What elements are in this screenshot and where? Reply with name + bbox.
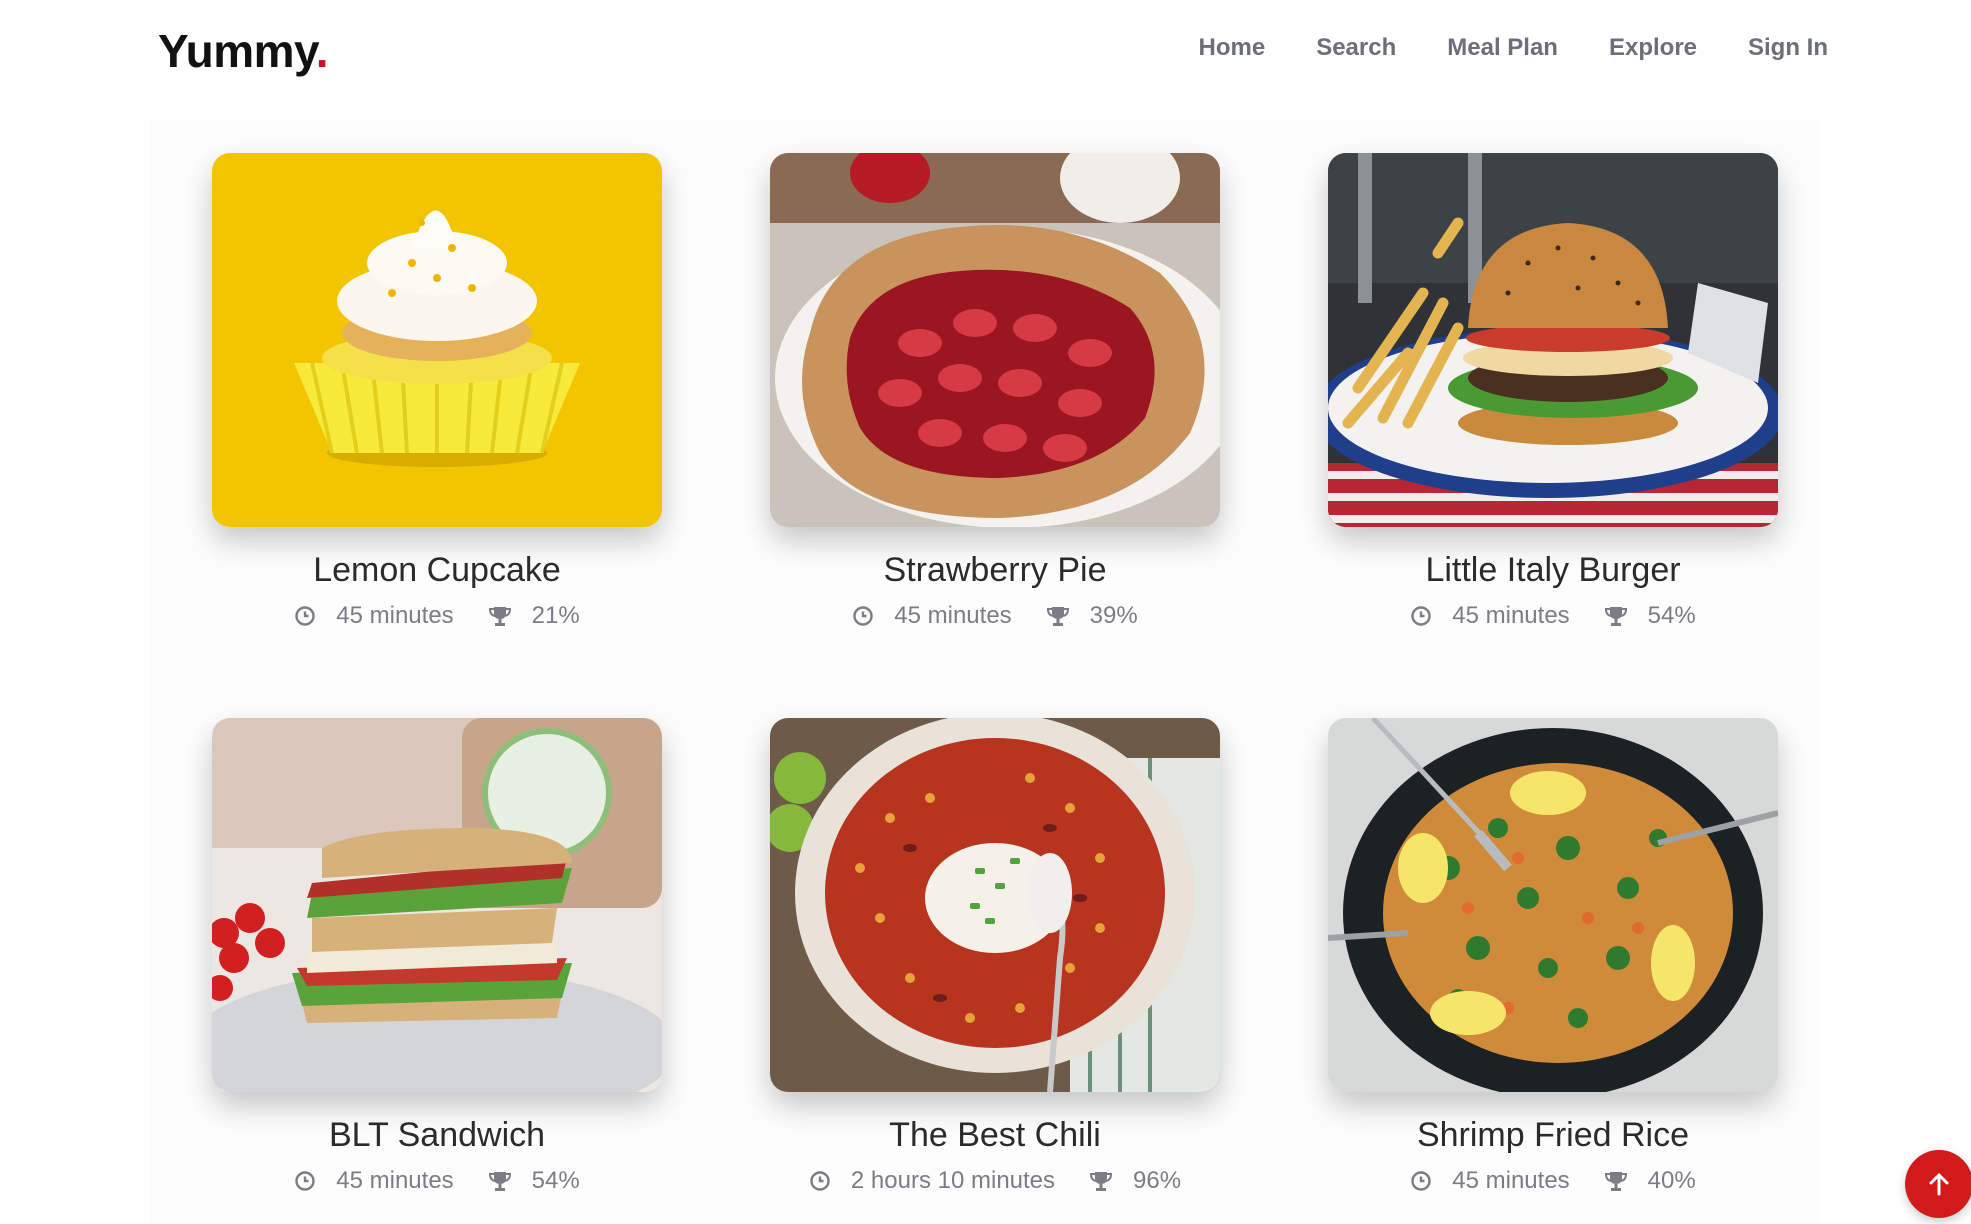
main-nav: Home Search Meal Plan Explore Sign In (1199, 34, 1829, 62)
recipe-meta: 2 hours 10 minutes 96% (770, 1167, 1220, 1195)
strawberry-pie-photo[interactable] (770, 153, 1220, 527)
recipe-rating-label: 96% (1133, 1167, 1182, 1194)
recipe-title[interactable]: BLT Sandwich (212, 1116, 662, 1155)
trophy-icon (1604, 607, 1627, 626)
recipe-card-lemon-cupcake[interactable]: Lemon Cupcake 45 minutes 21% (212, 153, 662, 630)
recipe-rating: 96% (1089, 1167, 1181, 1195)
clock-icon (1411, 606, 1431, 626)
arrow-up-icon (1929, 1173, 1949, 1196)
recipe-rating-label: 40% (1647, 1167, 1696, 1194)
lemon-cupcake-photo[interactable] (212, 153, 662, 527)
recipe-meta: 45 minutes 40% (1328, 1167, 1778, 1195)
recipe-rating-label: 21% (531, 602, 580, 629)
recipe-meta: 45 minutes 39% (770, 602, 1220, 630)
nav-link-search[interactable]: Search (1316, 34, 1396, 62)
scroll-to-top-button[interactable] (1905, 1150, 1971, 1218)
brand-dot: . (315, 25, 329, 77)
recipe-meta: 45 minutes 54% (1328, 602, 1778, 630)
trophy-icon (1604, 1172, 1627, 1191)
clock-icon (810, 1171, 830, 1191)
trophy-icon (1090, 1172, 1113, 1191)
navbar: Yummy. Home Search Meal Plan Explore Sig… (0, 0, 1971, 110)
recipe-rating-label: 39% (1089, 602, 1138, 629)
chili-photo[interactable] (770, 718, 1220, 1092)
nav-link-meal-plan[interactable]: Meal Plan (1447, 34, 1558, 62)
trophy-icon (488, 607, 511, 626)
recipe-rating: 21% (488, 602, 580, 630)
recipe-time-label: 45 minutes (336, 602, 454, 629)
recipe-meta: 45 minutes 54% (212, 1167, 662, 1195)
recipe-title[interactable]: Strawberry Pie (770, 551, 1220, 590)
recipe-time: 45 minutes (294, 602, 454, 630)
recipe-time: 45 minutes (1410, 602, 1570, 630)
nav-link-explore[interactable]: Explore (1609, 34, 1697, 62)
trophy-icon (488, 1172, 511, 1191)
recipe-time: 45 minutes (1410, 1167, 1570, 1195)
nav-link-home[interactable]: Home (1199, 34, 1266, 62)
recipe-rating-label: 54% (531, 1167, 580, 1194)
recipe-rating: 54% (1604, 602, 1696, 630)
clock-icon (853, 606, 873, 626)
trophy-icon (1046, 607, 1069, 626)
recipe-title[interactable]: Little Italy Burger (1328, 551, 1778, 590)
clock-icon (1411, 1171, 1431, 1191)
recipe-rating: 40% (1604, 1167, 1696, 1195)
recipe-card-blt-sandwich[interactable]: BLT Sandwich 45 minutes 54% (212, 718, 662, 1195)
recipe-time-label: 45 minutes (1452, 1167, 1570, 1194)
recipe-rating: 39% (1046, 602, 1138, 630)
burger-photo[interactable] (1328, 153, 1778, 527)
recipe-title[interactable]: The Best Chili (770, 1116, 1220, 1155)
recipe-title[interactable]: Lemon Cupcake (212, 551, 662, 590)
clock-icon (295, 1171, 315, 1191)
recipe-rating-label: 54% (1647, 602, 1696, 629)
recipe-time-label: 45 minutes (336, 1167, 454, 1194)
recipe-time: 2 hours 10 minutes (809, 1167, 1055, 1195)
recipe-time: 45 minutes (294, 1167, 454, 1195)
recipe-time: 45 minutes (852, 602, 1012, 630)
brand-logo[interactable]: Yummy. (158, 24, 329, 78)
recipe-time-label: 45 minutes (1452, 602, 1570, 629)
shrimp-fried-rice-photo[interactable] (1328, 718, 1778, 1092)
recipe-meta: 45 minutes 21% (212, 602, 662, 630)
recipe-rating: 54% (488, 1167, 580, 1195)
recipe-card-little-italy-burger[interactable]: Little Italy Burger 45 minutes 54% (1328, 153, 1778, 630)
recipe-time-label: 2 hours 10 minutes (850, 1167, 1056, 1194)
recipe-card-the-best-chili[interactable]: The Best Chili 2 hours 10 minutes 96% (770, 718, 1220, 1195)
recipe-card-shrimp-fried-rice[interactable]: Shrimp Fried Rice 45 minutes 40% (1328, 718, 1778, 1195)
nav-link-sign-in[interactable]: Sign In (1748, 34, 1828, 62)
recipe-title[interactable]: Shrimp Fried Rice (1328, 1116, 1778, 1155)
brand-name: Yummy (158, 25, 316, 77)
recipe-grid: Lemon Cupcake 45 minutes 21% Strawberry … (150, 120, 1821, 1224)
blt-sandwich-photo[interactable] (212, 718, 662, 1092)
clock-icon (295, 606, 315, 626)
recipe-card-strawberry-pie[interactable]: Strawberry Pie 45 minutes 39% (770, 153, 1220, 630)
recipe-time-label: 45 minutes (894, 602, 1012, 629)
